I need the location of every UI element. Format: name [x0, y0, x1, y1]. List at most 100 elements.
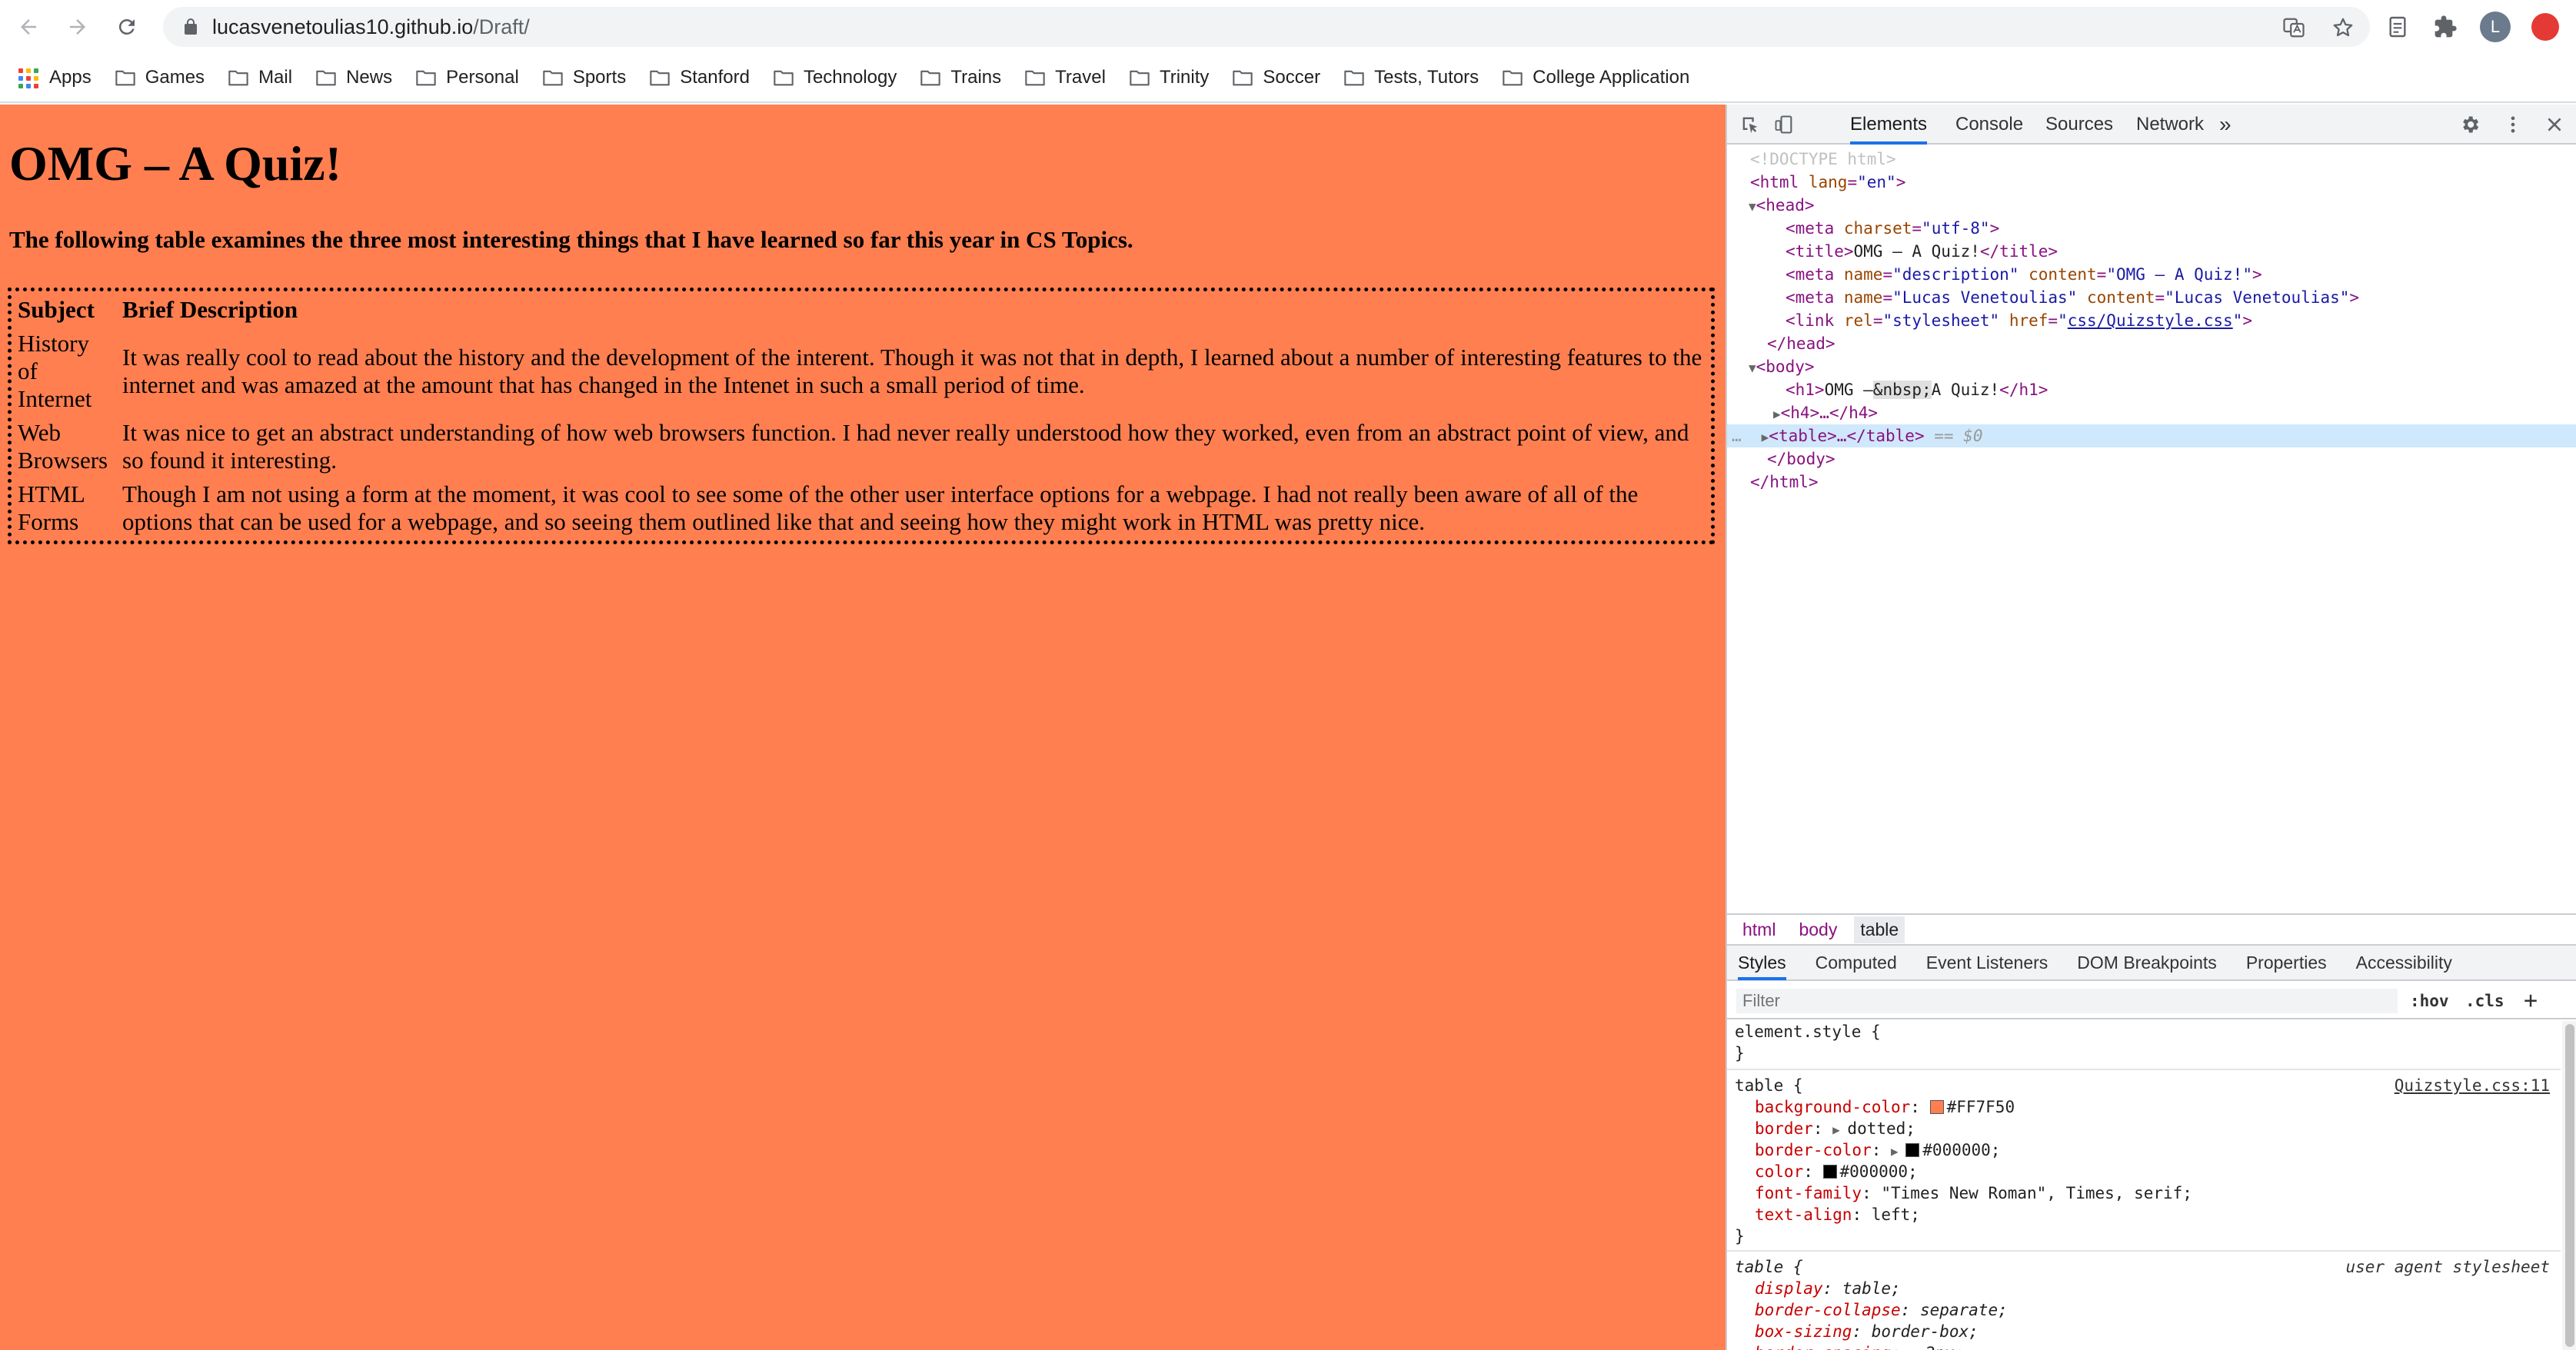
- color-swatch[interactable]: [1929, 1100, 1944, 1114]
- expand-triangle-icon[interactable]: ▶: [1910, 1347, 1925, 1350]
- dom-html-close[interactable]: </html>: [1727, 471, 2576, 494]
- address-bar[interactable]: lucasvenetoulias10.github.io/Draft/: [163, 7, 2370, 47]
- dom-h4-collapsed[interactable]: ▶<h4>…</h4>: [1727, 401, 2576, 424]
- css-declaration[interactable]: display: table;: [1735, 1278, 1901, 1299]
- dom-body-open[interactable]: ▼<body>: [1727, 355, 2576, 378]
- css-property-name[interactable]: box-sizing: [1755, 1322, 1852, 1341]
- css-declaration[interactable]: font-family: "Times New Roman", Times, s…: [1735, 1182, 2192, 1204]
- css-property-name[interactable]: background-color: [1755, 1098, 1910, 1116]
- tab-styles[interactable]: Styles: [1738, 945, 1786, 980]
- css-declaration[interactable]: background-color: #FF7F50: [1735, 1096, 2015, 1118]
- css-property-name[interactable]: border-color: [1755, 1141, 1872, 1159]
- bookmark-folder[interactable]: Trinity: [1129, 67, 1209, 88]
- expand-triangle-icon[interactable]: ▶: [1891, 1144, 1905, 1159]
- close-icon[interactable]: [2542, 112, 2567, 137]
- css-property-name[interactable]: border-spacing: [1755, 1344, 1891, 1350]
- bookmark-folder[interactable]: Mail: [228, 67, 292, 88]
- bookmark-folder[interactable]: Personal: [415, 67, 519, 88]
- expand-triangle-icon[interactable]: ▶: [1832, 1122, 1847, 1137]
- css-declaration[interactable]: border-collapse: separate;: [1735, 1299, 2008, 1321]
- expand-triangle-icon[interactable]: ▶: [1773, 407, 1781, 421]
- bookmark-folder[interactable]: Soccer: [1232, 67, 1320, 88]
- author-rule-selector[interactable]: table {: [1735, 1075, 1803, 1096]
- element-style-selector[interactable]: element.style {: [1735, 1021, 1881, 1042]
- tab-accessibility[interactable]: Accessibility: [2356, 945, 2452, 980]
- dom-body-close[interactable]: </body>: [1727, 447, 2576, 471]
- dom-meta-author[interactable]: <meta name="Lucas Venetoulias" content="…: [1727, 286, 2576, 309]
- bookmark-folder[interactable]: Stanford: [649, 67, 750, 88]
- tab-sources[interactable]: Sources: [2045, 105, 2113, 145]
- tab-computed[interactable]: Computed: [1816, 945, 1897, 980]
- css-declaration[interactable]: border-color: ▶ #000000;: [1735, 1139, 2000, 1161]
- css-declaration[interactable]: text-align: left;: [1735, 1204, 1920, 1225]
- tab-event-listeners[interactable]: Event Listeners: [1926, 945, 2048, 980]
- crumb-body[interactable]: body: [1792, 916, 1843, 943]
- crumb-html[interactable]: html: [1736, 916, 1782, 943]
- bookmark-folder[interactable]: Tests, Tutors: [1343, 67, 1479, 88]
- css-property-value[interactable]: border-box;: [1872, 1322, 1979, 1341]
- css-property-value[interactable]: 2px;: [1925, 1344, 1965, 1350]
- dom-html-open[interactable]: <html lang="en">: [1727, 171, 2576, 194]
- bookmark-apps[interactable]: Apps: [17, 67, 92, 88]
- styles-filter-input[interactable]: [1736, 989, 2398, 1013]
- css-property-value[interactable]: "Times New Roman", Times, serif;: [1881, 1184, 2192, 1202]
- tab-console[interactable]: Console: [1955, 105, 2023, 145]
- reading-list-icon[interactable]: [2384, 13, 2411, 41]
- collapse-triangle-icon[interactable]: ▼: [1749, 199, 1756, 214]
- bookmark-folder[interactable]: Travel: [1024, 67, 1106, 88]
- dom-title[interactable]: <title>OMG – A Quiz!</title>: [1727, 240, 2576, 263]
- bookmark-folder[interactable]: College Application: [1502, 67, 1689, 88]
- back-button[interactable]: [11, 9, 46, 45]
- collapse-triangle-icon[interactable]: ▼: [1749, 361, 1756, 375]
- css-property-value[interactable]: separate;: [1920, 1301, 2008, 1319]
- extension-red-icon[interactable]: [2531, 13, 2559, 41]
- dom-table-selected[interactable]: … ▶<table>…</table> == $0: [1727, 424, 2576, 447]
- more-tabs-button[interactable]: »: [2219, 105, 2232, 145]
- css-declaration[interactable]: border-spacing: ▶ 2px;: [1735, 1342, 1964, 1350]
- css-property-value[interactable]: table;: [1842, 1279, 1901, 1298]
- inspect-element-icon[interactable]: [1738, 112, 1762, 137]
- bookmark-folder[interactable]: News: [315, 67, 392, 88]
- css-property-name[interactable]: text-align: [1755, 1205, 1852, 1224]
- bookmark-folder[interactable]: Sports: [542, 67, 626, 88]
- ua-rule-selector[interactable]: table {: [1735, 1256, 1803, 1278]
- css-property-value[interactable]: #FF7F50: [1947, 1098, 2015, 1116]
- styles-scrollbar[interactable]: [2562, 1021, 2576, 1350]
- dom-head-open[interactable]: ▼<head>: [1727, 194, 2576, 217]
- dom-h1[interactable]: <h1>OMG –&nbsp;A Quiz!</h1>: [1727, 378, 2576, 401]
- tab-properties[interactable]: Properties: [2246, 945, 2327, 980]
- css-property-name[interactable]: color: [1755, 1162, 1803, 1181]
- reload-button[interactable]: [109, 9, 145, 45]
- forward-button[interactable]: [60, 9, 95, 45]
- profile-avatar[interactable]: L: [2480, 12, 2511, 42]
- new-rule-button[interactable]: +: [2524, 989, 2538, 1013]
- ellipsis-icon[interactable]: …: [1732, 427, 1742, 445]
- tab-elements[interactable]: Elements: [1850, 105, 1928, 145]
- cls-toggle[interactable]: .cls: [2465, 989, 2504, 1013]
- css-declaration[interactable]: box-sizing: border-box;: [1735, 1321, 1979, 1342]
- css-property-name[interactable]: font-family: [1755, 1184, 1862, 1202]
- color-swatch[interactable]: [1822, 1165, 1837, 1179]
- dom-meta-description[interactable]: <meta name="description" content="OMG – …: [1727, 263, 2576, 286]
- stylesheet-link[interactable]: css/Quizstyle.css: [2068, 311, 2233, 330]
- translate-icon[interactable]: [2282, 16, 2305, 39]
- css-property-value[interactable]: left;: [1872, 1205, 1920, 1224]
- bookmark-folder[interactable]: Games: [115, 67, 205, 88]
- scroll-thumb[interactable]: [2565, 1024, 2574, 1347]
- expand-triangle-icon[interactable]: ▶: [1762, 430, 1769, 444]
- dom-doctype[interactable]: <!DOCTYPE html>: [1727, 148, 2576, 171]
- stylesheet-source-link[interactable]: Quizstyle.css:11: [2395, 1075, 2550, 1096]
- dom-meta-charset[interactable]: <meta charset="utf-8">: [1727, 217, 2576, 240]
- more-options-icon[interactable]: [2501, 112, 2525, 137]
- tab-dom-breakpoints[interactable]: DOM Breakpoints: [2077, 945, 2217, 980]
- device-toolbar-icon[interactable]: [1772, 112, 1796, 137]
- dom-link-stylesheet[interactable]: <link rel="stylesheet" href="css/Quizsty…: [1727, 309, 2576, 332]
- css-property-name[interactable]: border: [1755, 1119, 1813, 1138]
- dom-head-close[interactable]: </head>: [1727, 332, 2576, 355]
- gear-icon[interactable]: [2458, 112, 2482, 137]
- css-declaration[interactable]: border: ▶ dotted;: [1735, 1118, 1915, 1139]
- css-declaration[interactable]: color: #000000;: [1735, 1161, 1918, 1182]
- crumb-table[interactable]: table: [1854, 916, 1905, 943]
- bookmark-star-icon[interactable]: [2331, 16, 2355, 39]
- css-property-value[interactable]: #000000;: [1922, 1141, 2000, 1159]
